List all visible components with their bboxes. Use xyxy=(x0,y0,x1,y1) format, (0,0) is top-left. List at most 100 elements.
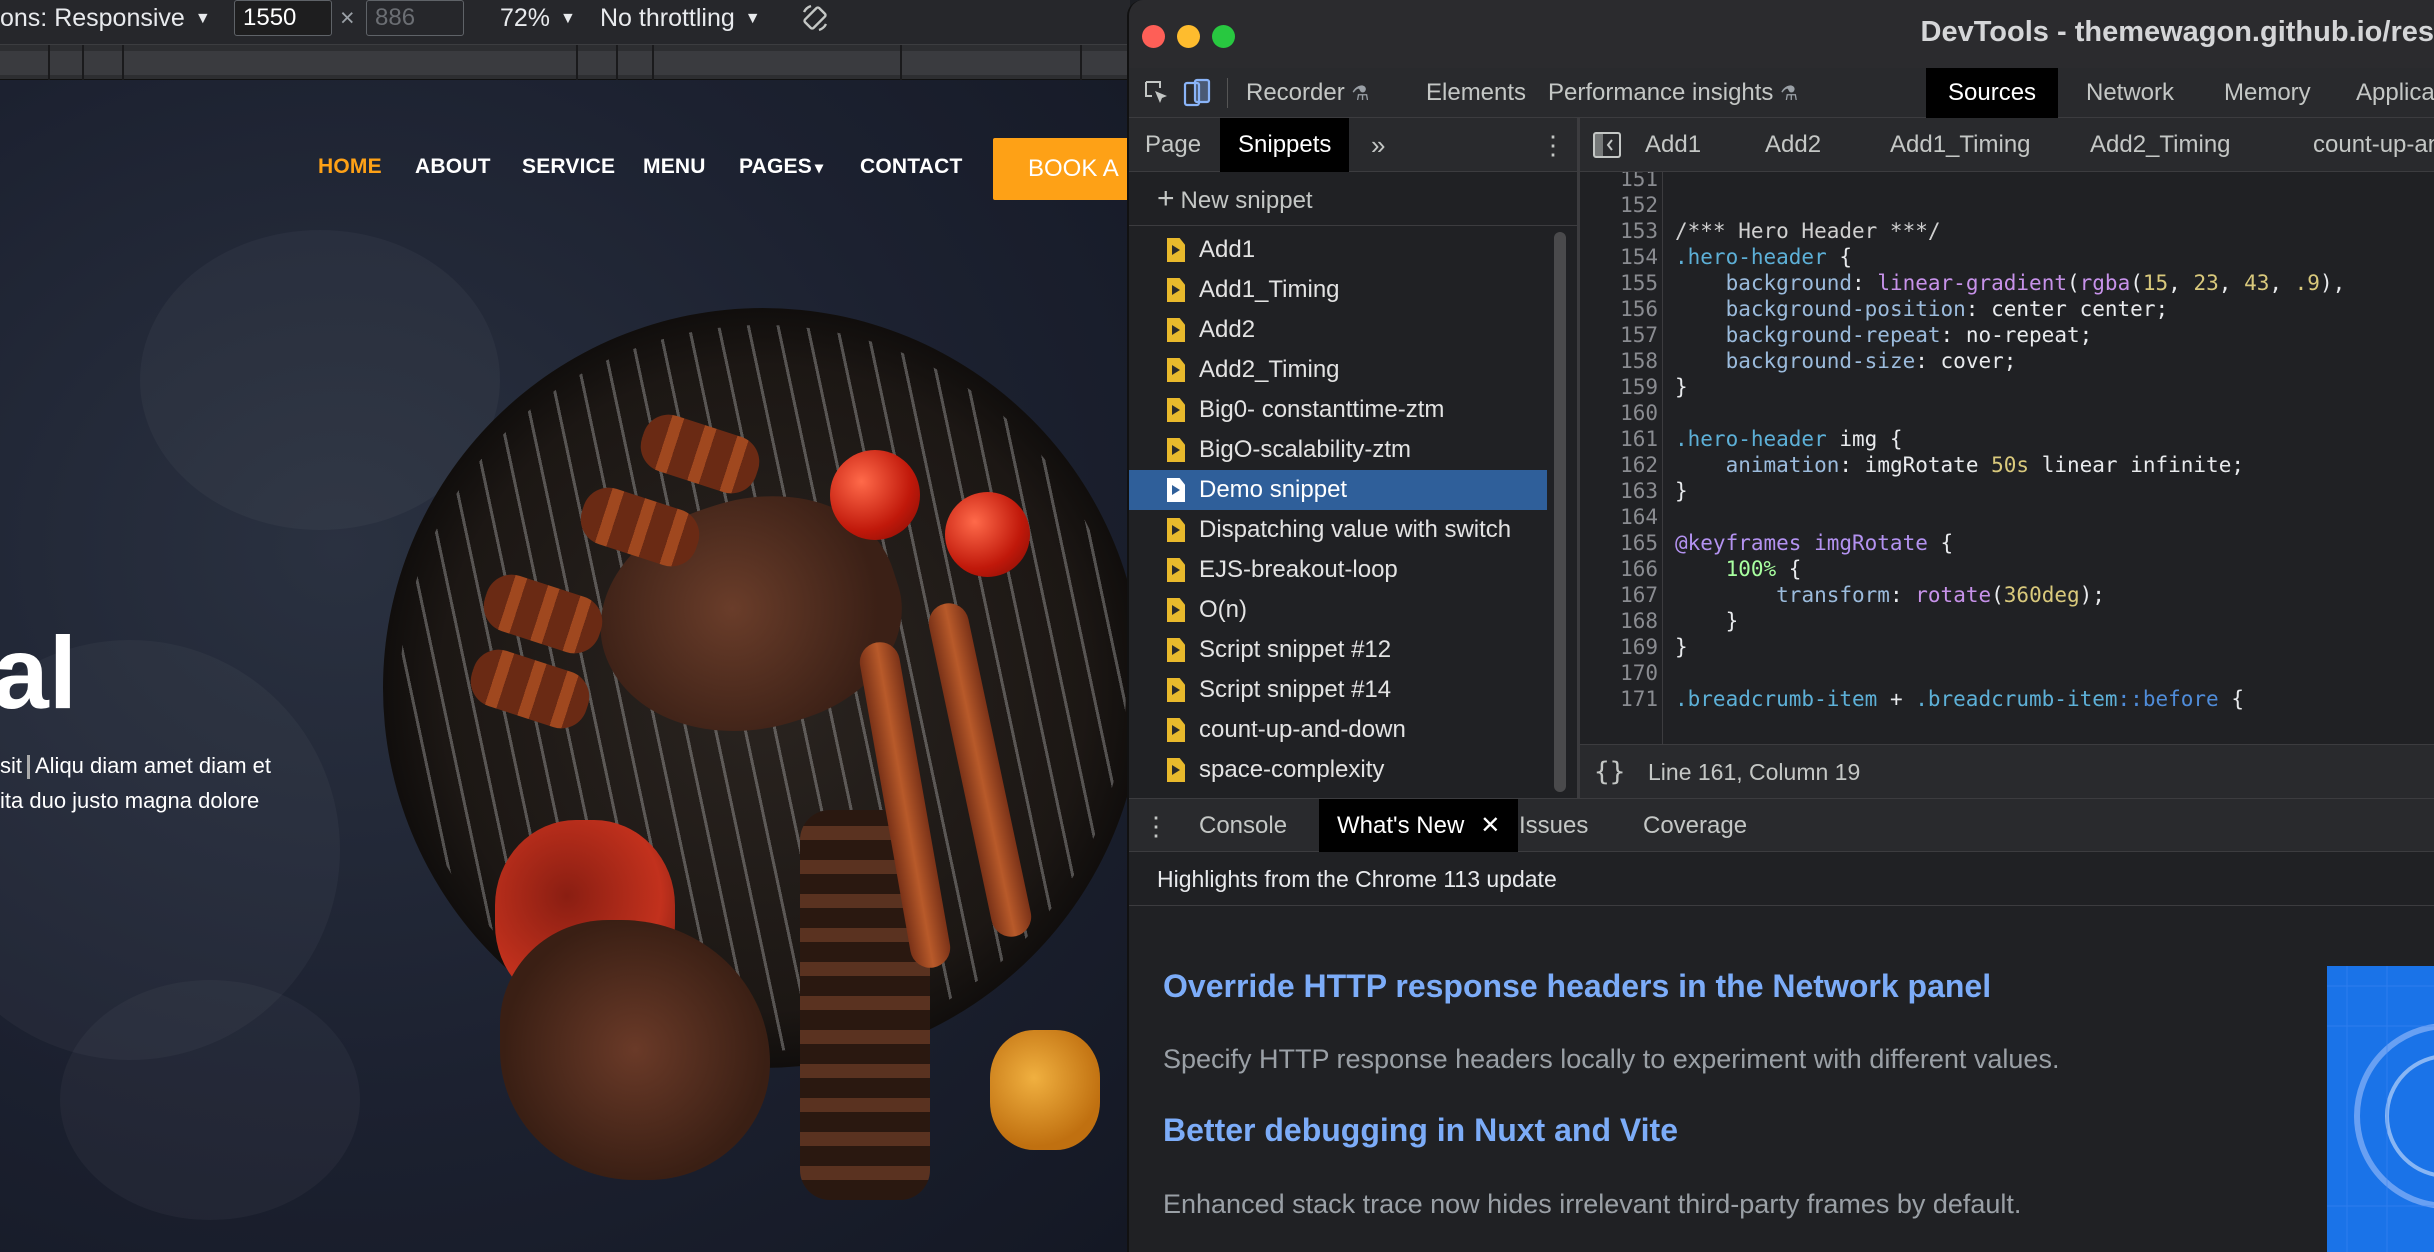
snippet-item[interactable]: count-up-and-down xyxy=(1129,710,1547,750)
editor-status-bar: {} Line 161, Column 19 xyxy=(1580,744,2434,798)
text-caret xyxy=(27,755,30,780)
snippet-item[interactable]: Dispatching value with switch xyxy=(1129,510,1547,550)
whats-new-body: Override HTTP response headers in the Ne… xyxy=(1129,906,2434,1252)
tab-memory[interactable]: Memory xyxy=(2224,68,2311,118)
device-toolbar: ons: Responsive ▼ 1550 × 886 72% ▼ No thro… xyxy=(0,0,1130,44)
rotate-icon[interactable] xyxy=(800,0,830,36)
nav-pages[interactable]: PAGES ▾ xyxy=(739,155,823,179)
drawer-menu-icon[interactable]: ⋮ xyxy=(1143,799,1169,853)
snippet-label: count-up-and-down xyxy=(1199,716,1406,743)
times-icon: × xyxy=(340,4,355,32)
editor-tabs: Add1 Add2 Add1_Timing Add2_Timing count-… xyxy=(1580,118,2434,172)
ruler-tick xyxy=(616,45,618,81)
snippet-item[interactable]: Script snippet #12 xyxy=(1129,630,1547,670)
book-a-table-button[interactable]: BOOK A xyxy=(993,138,1130,200)
snippet-item[interactable]: Big0- constanttime-ztm xyxy=(1129,390,1547,430)
snippet-item[interactable]: Add2_Timing xyxy=(1129,350,1547,390)
tab-sources[interactable]: Sources xyxy=(1926,68,2059,118)
editor-tab[interactable]: count-up-and- xyxy=(2313,118,2434,172)
close-tab-icon[interactable]: ✕ xyxy=(1480,812,1500,839)
toggle-navigator-icon[interactable] xyxy=(1592,118,1622,172)
snippet-item[interactable]: O(n) xyxy=(1129,590,1547,630)
snippet-file-icon xyxy=(1167,678,1185,702)
editor-tab[interactable]: Add1_Timing xyxy=(1890,118,2031,172)
zoom-dropdown[interactable]: 72% ▼ xyxy=(500,0,576,36)
whats-new-item-description: Specify HTTP response headers locally to… xyxy=(1163,1044,2060,1074)
tab-performance-insights[interactable]: Performance insights ⚗ xyxy=(1548,68,1798,118)
editor-tab[interactable]: Add2 xyxy=(1765,118,1821,172)
more-options-icon[interactable]: ⋮ xyxy=(1540,118,1566,172)
device-toolbar-toggle-icon[interactable] xyxy=(1183,68,1213,118)
close-window-button[interactable] xyxy=(1142,25,1165,48)
whats-new-item-title[interactable]: Override HTTP response headers in the Ne… xyxy=(1163,968,1991,1005)
tab-page[interactable]: Page xyxy=(1145,118,1201,172)
tab-console[interactable]: Console xyxy=(1199,799,1287,853)
more-tabs-icon[interactable]: » xyxy=(1371,118,1385,172)
code-line: 153 /*** Hero Header ***/ xyxy=(1580,218,2434,244)
tab-issues[interactable]: Issues xyxy=(1519,799,1588,853)
whats-new-item-title[interactable]: Better debugging in Nuxt and Vite xyxy=(1163,1112,1678,1149)
snippet-item[interactable]: Add1 xyxy=(1129,230,1547,270)
tab-coverage[interactable]: Coverage xyxy=(1643,799,1747,853)
whats-new-header: Highlights from the Chrome 113 update xyxy=(1129,852,2434,906)
tab-elements[interactable]: Elements xyxy=(1426,68,1526,118)
inspect-element-icon[interactable] xyxy=(1143,68,1171,118)
code-text: .hero-header img { xyxy=(1675,427,1903,451)
code-line: 170 xyxy=(1580,660,2434,686)
snippet-label: Add2_Timing xyxy=(1199,356,1340,383)
nav-home[interactable]: HOME xyxy=(318,155,382,179)
zoom-window-button[interactable] xyxy=(1212,25,1235,48)
nav-menu[interactable]: MENU xyxy=(643,155,706,179)
nav-contact[interactable]: CONTACT xyxy=(860,155,963,179)
code-text: transform: rotate(360deg); xyxy=(1776,583,2105,607)
line-number: 165 xyxy=(1620,531,1658,555)
snippet-list-scrollbar[interactable] xyxy=(1554,232,1566,792)
hero-text-fragment: Aliqu diam amet diam et xyxy=(35,753,271,778)
tab-network[interactable]: Network xyxy=(2086,68,2174,118)
nav-about[interactable]: ABOUT xyxy=(415,155,491,179)
minimize-window-button[interactable] xyxy=(1177,25,1200,48)
new-snippet-button[interactable]: + New snippet xyxy=(1129,172,1577,226)
snippet-file-icon xyxy=(1167,238,1185,262)
chevron-down-icon: ▼ xyxy=(744,10,761,28)
snippet-item[interactable]: Add2 xyxy=(1129,310,1547,350)
snippet-file-icon xyxy=(1167,438,1185,462)
code-line: 166 100% { xyxy=(1580,556,2434,582)
tab-label: Performance insights xyxy=(1548,79,1774,106)
ruler-tick xyxy=(82,45,84,81)
snippet-item[interactable]: Script snippet #14 xyxy=(1129,670,1547,710)
nav-pages-label: PAGES xyxy=(739,155,812,178)
snippet-file-icon xyxy=(1167,478,1185,502)
tab-whats-new[interactable]: What's New ✕ xyxy=(1319,799,1519,853)
snippet-file-icon xyxy=(1167,278,1185,302)
width-input[interactable]: 1550 xyxy=(234,0,332,36)
editor-tab[interactable]: Add2_Timing xyxy=(2090,118,2231,172)
code-text: } xyxy=(1675,609,1739,633)
code-editor[interactable]: 151 152 153 /*** Hero Header ***/ 154 .hero-h… xyxy=(1580,172,2434,744)
tab-snippets[interactable]: Snippets xyxy=(1220,118,1350,172)
snippet-item[interactable]: BigO-scalability-ztm xyxy=(1129,430,1547,470)
dimensions-dropdown[interactable]: ons: Responsive ▼ xyxy=(0,0,211,36)
code-line: 163} xyxy=(1580,478,2434,504)
height-input[interactable]: 886 xyxy=(366,0,464,36)
line-number: 154 xyxy=(1620,245,1658,269)
nav-service[interactable]: SERVICE xyxy=(522,155,615,179)
snippet-label: O(n) xyxy=(1199,596,1247,623)
snippet-item[interactable]: space-complexity xyxy=(1129,750,1547,790)
tab-application[interactable]: Applica xyxy=(2356,68,2434,118)
tab-recorder[interactable]: Recorder ⚗ xyxy=(1246,68,1369,118)
throttling-dropdown[interactable]: No throttling ▼ xyxy=(600,0,761,36)
line-number: 168 xyxy=(1620,609,1658,633)
zoom-value: 72% xyxy=(500,4,551,32)
snippet-item[interactable]: Add1_Timing xyxy=(1129,270,1547,310)
line-number: 166 xyxy=(1620,557,1658,581)
code-line: 165 @keyframes imgRotate { xyxy=(1580,530,2434,556)
snippet-item[interactable]: EJS-breakout-loop xyxy=(1129,550,1547,590)
devtools-titlebar: DevTools - themewagon.github.io/res xyxy=(1129,0,2434,68)
editor-tab[interactable]: Add1 xyxy=(1645,118,1701,172)
snippet-label: space-complexity xyxy=(1199,756,1385,783)
caret-down-icon: ▾ xyxy=(814,160,824,177)
pretty-print-icon[interactable]: {} xyxy=(1594,745,1625,799)
code-text: } xyxy=(1675,479,1688,503)
snippet-item-selected[interactable]: Demo snippet xyxy=(1129,470,1547,510)
